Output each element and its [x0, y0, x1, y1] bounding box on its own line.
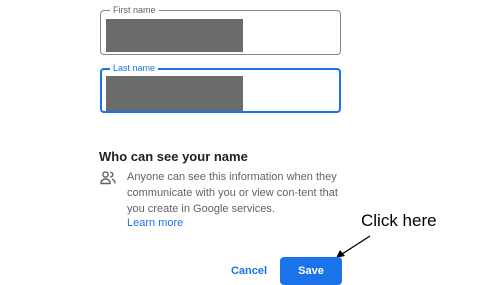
learn-more-link[interactable]: Learn more [127, 217, 183, 229]
privacy-info-text: Anyone can see this information when the… [127, 171, 338, 215]
last-name-field[interactable]: Last name [100, 62, 341, 113]
cancel-button[interactable]: Cancel [221, 257, 277, 285]
first-name-field[interactable]: First name [100, 4, 341, 55]
privacy-section-title: Who can see your name [99, 149, 248, 164]
save-button[interactable]: Save [280, 257, 342, 285]
click-here-annotation: Click here [361, 211, 437, 230]
people-icon [100, 171, 116, 185]
